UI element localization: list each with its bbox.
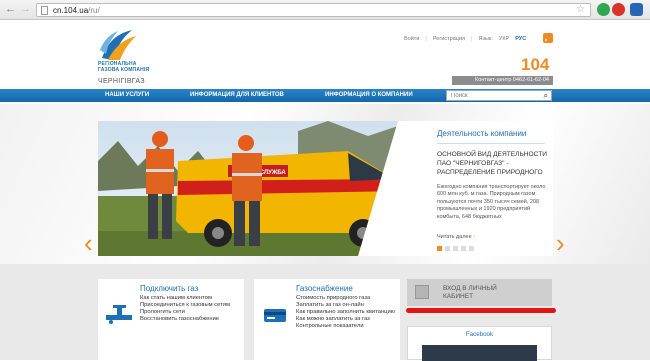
gas-pipe-icon <box>106 305 132 324</box>
slider-dot[interactable] <box>469 246 474 251</box>
lang-ukr-link[interactable]: УКР <box>499 36 509 42</box>
divider: | <box>471 36 473 42</box>
read-more-link[interactable]: Читать далее › <box>437 234 475 240</box>
bookmark-star-icon[interactable]: ☆ <box>576 4 585 16</box>
extension-green-icon[interactable] <box>597 3 610 16</box>
slide-photo: ГАЗОВА СЛУЖБА <box>98 121 428 256</box>
slider-dot[interactable] <box>445 246 450 251</box>
divider: | <box>425 36 427 42</box>
lang-rus-link[interactable]: РУС <box>515 36 526 42</box>
extension-blue-icon[interactable] <box>630 3 643 16</box>
nav-services[interactable]: НАШИ УСЛУГИ <box>105 89 149 102</box>
contact-center: Контакт-центр 0462-61-62-04 <box>452 76 553 85</box>
divider <box>437 143 545 144</box>
url-text: cn.104.ua/ru/ <box>53 6 100 15</box>
search-input[interactable] <box>447 91 535 100</box>
nav-client-info[interactable]: ИНФОРМАЦИЯ ДЛЯ КЛИЕНТОВ <box>190 89 284 102</box>
user-icon <box>415 285 429 299</box>
slider-dot[interactable] <box>437 246 442 251</box>
top-links: Войти | Регистрация | Язык: УКР РУС <box>404 36 532 42</box>
card-link[interactable]: Присоединиться к газовым сетям <box>140 302 248 309</box>
card-links: Стоимость природного газа Заплатить за г… <box>296 295 404 330</box>
card-link[interactable]: Заплатить за газ он-лайн <box>296 302 404 309</box>
slider-prev-icon[interactable]: ‹ <box>84 230 93 256</box>
slide-body: Ежегодно компания транспортирует около 6… <box>437 184 546 220</box>
browser-toolbar: ← → cn.104.ua/ru/ ☆ <box>0 0 650 20</box>
slider-next-icon[interactable]: › <box>556 230 565 256</box>
logo-caption: РЕГІОНАЛЬНА ГАЗОВА КОМПАНІЯ <box>98 61 150 73</box>
company-logo[interactable] <box>98 28 138 62</box>
login-label: ВХОД В ЛИЧНЫЙ КАБИНЕТ <box>443 285 497 300</box>
slider-dots <box>437 246 477 251</box>
connect-gas-card: Подключить газ Как стать нашим клиентом … <box>98 279 244 360</box>
card-link[interactable]: Пролонгить сети <box>140 309 248 316</box>
card-link[interactable]: Как можно заплатить за газ <box>296 316 404 323</box>
card-link[interactable]: Контрольные показатели <box>296 323 404 330</box>
slide-info-panel: Деятельность компании ОСНОВНОЙ ВИД ДЕЯТЕ… <box>428 121 553 256</box>
address-bar[interactable]: cn.104.ua/ru/ ☆ <box>36 3 591 17</box>
facebook-thumbnail[interactable] <box>422 345 537 361</box>
slider-dot[interactable] <box>453 246 458 251</box>
card-title[interactable]: Газоснабжение <box>296 284 353 293</box>
card-links: Как стать нашим клиентом Присоединиться … <box>140 295 248 323</box>
language-label: Язык: <box>478 36 493 42</box>
forward-icon[interactable]: → <box>19 3 32 16</box>
card-link[interactable]: Как правильно заполнить квитанцию <box>296 309 404 316</box>
facebook-title[interactable]: Facebook <box>408 331 551 338</box>
slide-headline: ОСНОВНОЙ ВИД ДЕЯТЕЛЬНОСТИ ПАО "ЧЕРНИГОВГ… <box>437 151 547 176</box>
card-title[interactable]: Подключить газ <box>140 284 198 293</box>
extension-red-icon[interactable] <box>612 3 625 16</box>
chevron-right-icon: › <box>473 234 476 240</box>
nav-company-info[interactable]: ИНФОРМАЦИЯ О КОМПАНИИ <box>325 89 413 102</box>
annotation-underline <box>406 308 556 313</box>
rss-icon[interactable] <box>543 33 553 43</box>
hotline-number: 104 <box>521 55 550 74</box>
gas-supply-card: Газоснабжение Стоимость природного газа … <box>254 279 400 360</box>
card-link[interactable]: Стоимость природного газа <box>296 295 404 302</box>
slider-dot[interactable] <box>461 246 466 251</box>
login-header[interactable]: ВХОД В ЛИЧНЫЙ КАБИНЕТ <box>407 279 552 306</box>
card-link[interactable]: Восстановить газоснабжение <box>140 316 248 323</box>
facebook-widget: Facebook <box>407 326 552 361</box>
login-link[interactable]: Войти <box>404 36 419 42</box>
slide-title[interactable]: Деятельность компании <box>437 129 526 138</box>
register-link[interactable]: Регистрация <box>433 36 465 42</box>
logo-city: ЧЕРНІГІВГАЗ <box>98 78 145 85</box>
search-box: ⌕ <box>446 90 552 101</box>
payment-icon <box>264 309 286 322</box>
search-icon[interactable]: ⌕ <box>544 91 548 100</box>
page-icon <box>41 6 48 15</box>
card-link[interactable]: Как стать нашим клиентом <box>140 295 248 302</box>
back-icon[interactable]: ← <box>4 3 17 16</box>
